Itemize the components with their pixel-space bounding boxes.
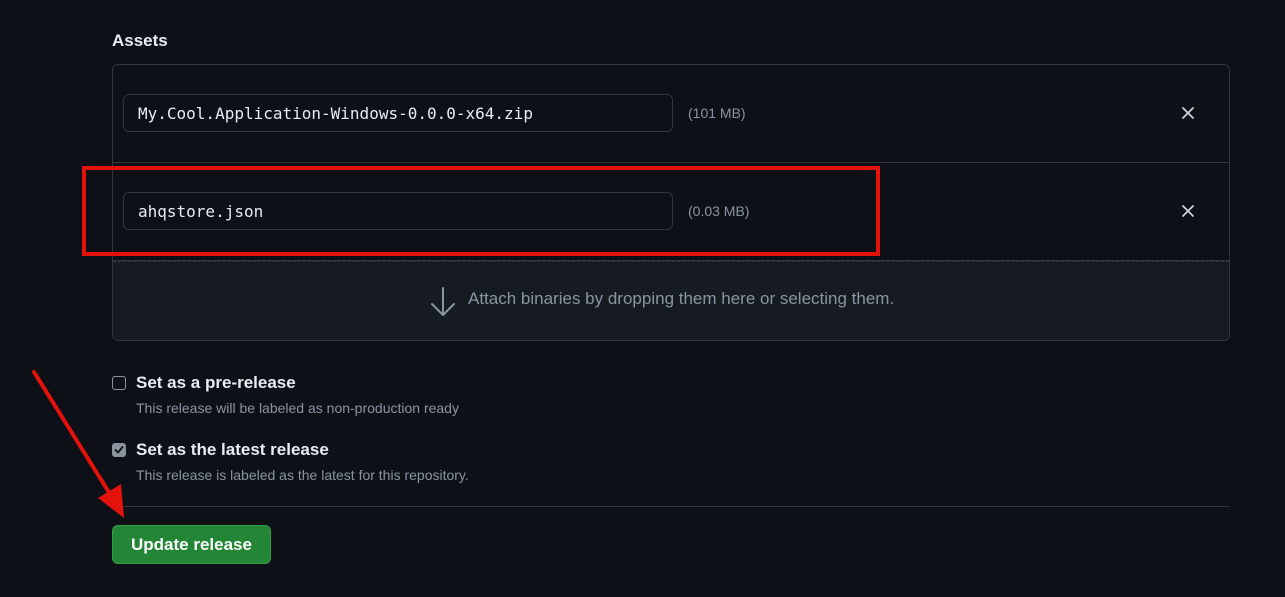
dropzone-text: Attach binaries by dropping them here or… <box>468 289 895 308</box>
close-icon[interactable] <box>1177 102 1199 124</box>
arrow-down-icon <box>430 286 456 318</box>
asset-row: (101 MB) <box>113 65 1229 163</box>
binary-dropzone[interactable]: Attach binaries by dropping them here or… <box>113 261 1229 340</box>
asset-name-input[interactable] <box>123 192 673 230</box>
assets-list: (101 MB) (0.03 MB) Attach bina <box>112 64 1230 341</box>
assets-heading: Assets <box>112 31 168 50</box>
asset-size: (0.03 MB) <box>688 203 750 219</box>
release-edit-page: Assets (101 MB) (0.03 MB) <box>0 0 1285 597</box>
asset-row: (0.03 MB) <box>113 163 1229 261</box>
update-release-button[interactable]: Update release <box>112 525 271 564</box>
divider <box>112 506 1230 507</box>
latest-release-checkbox[interactable] <box>112 443 126 457</box>
asset-name-input[interactable] <box>123 94 673 132</box>
latest-release-description: This release is labeled as the latest fo… <box>136 467 469 483</box>
latest-release-label[interactable]: Set as the latest release <box>136 440 329 460</box>
prerelease-label[interactable]: Set as a pre-release <box>136 373 296 393</box>
prerelease-description: This release will be labeled as non-prod… <box>136 400 459 416</box>
asset-size: (101 MB) <box>688 105 746 121</box>
check-icon <box>114 446 124 454</box>
prerelease-checkbox[interactable] <box>112 376 126 390</box>
close-icon[interactable] <box>1177 200 1199 222</box>
